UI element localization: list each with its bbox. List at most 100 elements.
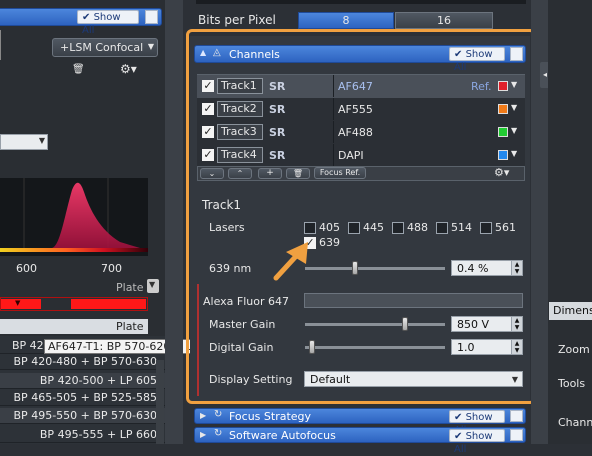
software-autofocus-header[interactable]: ▶ ↻ Software Autofocus ✔ Show All — [194, 427, 526, 455]
laser-checkbox-514[interactable] — [436, 222, 448, 234]
digital-gain-slider-knob[interactable] — [309, 340, 315, 354]
focus-strategy-header[interactable]: ▶ ↻ Focus Strategy ✔ Show All — [194, 408, 526, 436]
master-gain-field[interactable]: 850 V ▲ ▼ — [451, 316, 523, 332]
channels-header[interactable]: ▲ ◬ Channels ✔ Show All — [194, 45, 526, 73]
chevron-down-icon[interactable]: ▼ — [511, 126, 517, 135]
master-gain-slider-track[interactable] — [305, 323, 445, 326]
spectrum-plot — [0, 178, 148, 252]
expand-icon[interactable]: ▶ — [200, 430, 206, 439]
left-dropdown[interactable]: ▼ — [0, 134, 48, 150]
list-item[interactable]: BP 420-480 + BP 570-630 — [0, 354, 165, 370]
track-checkbox[interactable]: ✓ — [202, 103, 214, 115]
autofocus-show-all-button[interactable]: ✔ Show All — [449, 429, 505, 455]
dye-label: AF488 — [338, 126, 373, 139]
arrow-down-icon: ▼ — [15, 299, 21, 307]
list-item[interactable]: BP 495-550 + BP 570-630 — [0, 408, 165, 424]
track-name-field[interactable]: Track3 — [217, 124, 263, 140]
add-track-button[interactable]: + — [258, 168, 282, 179]
left-show-all-button[interactable]: ✔ Show All — [77, 10, 139, 36]
filter-label: BP 495-555 + LP 660 — [39, 428, 157, 441]
master-gain-slider-knob[interactable] — [402, 317, 408, 331]
column-divider — [333, 98, 334, 120]
focus-strategy-title: Focus Strategy — [229, 410, 312, 423]
dye-label: AF647 — [338, 80, 373, 93]
color-swatch[interactable] — [498, 104, 508, 114]
gear-icon[interactable]: ⚙▾ — [120, 62, 137, 76]
digital-gain-slider-track[interactable] — [305, 346, 445, 349]
list-item[interactable]: BP 465-505 + BP 525-585 — [0, 390, 165, 406]
laser-power-slider-track[interactable] — [305, 267, 445, 270]
chevron-down-icon[interactable]: ▼ — [511, 149, 517, 158]
red-filter-segment — [71, 299, 146, 309]
track-checkbox[interactable]: ✓ — [202, 126, 214, 138]
channels-title: Channels — [229, 48, 280, 61]
color-swatch[interactable] — [498, 127, 508, 137]
delete-track-button[interactable]: 🗑 — [286, 168, 310, 179]
color-swatch[interactable] — [498, 150, 508, 160]
move-down-button[interactable]: ⌄ — [200, 168, 224, 179]
sr-label: SR — [269, 103, 286, 116]
display-setting-select[interactable]: Default ▼ — [304, 371, 523, 387]
popout-icon[interactable] — [510, 429, 523, 441]
laser-label-639: 639 — [319, 236, 340, 249]
spinner-icon[interactable]: ▲ ▼ — [511, 340, 522, 354]
track-name: Track4 — [221, 148, 257, 161]
laser-checkbox-561[interactable] — [480, 222, 492, 234]
track-name-field[interactable]: Track4 — [217, 147, 263, 163]
collapse-icon[interactable]: ▲ — [200, 48, 206, 57]
plate-dropdown-button[interactable]: ▼ — [147, 279, 159, 293]
chevron-down-icon[interactable]: ▼ — [511, 80, 517, 89]
laser-checkbox-488[interactable] — [392, 222, 404, 234]
track-checkbox[interactable]: ✓ — [202, 80, 214, 92]
expand-icon[interactable]: ▶ — [200, 411, 206, 420]
tab-tools[interactable]: Tools — [558, 377, 585, 390]
check-icon: ✔ — [454, 49, 463, 60]
track-row[interactable]: ✓ Track3 SR AF488 ▼ — [197, 121, 525, 145]
gear-icon[interactable]: ⚙▾ — [494, 166, 509, 179]
track-row[interactable]: ✓ Track1 SR AF647 Ref. ▼ — [197, 75, 525, 99]
track-name-field[interactable]: Track1 — [217, 78, 263, 94]
tab-dimensions[interactable]: Dimens — [549, 302, 592, 320]
dye-name-field[interactable] — [304, 293, 523, 308]
tab-zoom[interactable]: Zoom — [558, 343, 590, 356]
left-toolbar-border — [0, 30, 1, 60]
track-checkbox[interactable]: ✓ — [202, 149, 214, 161]
display-setting-value: Default — [310, 373, 351, 386]
digital-gain-field[interactable]: 1.0 ▲ ▼ — [451, 339, 523, 355]
list-item[interactable]: BP 420-500 + LP 605 — [0, 373, 165, 389]
trash-icon[interactable]: 🗑 — [72, 64, 85, 75]
color-swatch[interactable] — [498, 81, 508, 91]
popout-icon[interactable] — [510, 47, 523, 61]
laser-checkbox-445[interactable] — [348, 222, 360, 234]
track-name-field[interactable]: Track2 — [217, 101, 263, 117]
dye-label: AF555 — [338, 103, 373, 116]
chevron-down-icon[interactable]: ▼ — [511, 103, 517, 112]
list-item[interactable]: BP 495-555 + LP 660 — [0, 427, 165, 443]
channels-show-all-button[interactable]: ✔ Show All — [449, 47, 505, 73]
track-toolbar: ⌄ ⌃ + 🗑 Focus Ref. ⚙▾ — [197, 166, 525, 181]
bits-8-button[interactable]: 8 — [298, 12, 394, 29]
lsm-confocal-button[interactable]: +LSM Confocal ▼ — [52, 38, 158, 57]
laser-checkbox-405[interactable] — [304, 222, 316, 234]
track-row[interactable]: ✓ Track2 SR AF555 ▼ — [197, 98, 525, 122]
ref-label: Ref. — [471, 80, 492, 93]
spectrum-chart — [0, 178, 148, 256]
red-filter-bar[interactable]: ▼ — [0, 297, 148, 311]
laser-power-field[interactable]: 0.4 % ▲ ▼ — [451, 260, 523, 276]
popout-icon[interactable] — [145, 10, 158, 24]
list-scrollbar[interactable] — [156, 360, 164, 444]
track-row[interactable]: ✓ Track4 SR DAPI ▼ — [197, 144, 525, 168]
laser-power-slider-knob[interactable] — [352, 261, 358, 275]
filter-label: BP 495-550 + BP 570-630 — [13, 409, 157, 422]
bits-16-button[interactable]: 16 — [395, 12, 493, 29]
tab-channels[interactable]: Channe — [558, 416, 592, 429]
move-up-button[interactable]: ⌃ — [228, 168, 252, 179]
settings-divider — [197, 284, 199, 396]
popout-icon[interactable] — [510, 410, 523, 422]
spinner-icon[interactable]: ▲ ▼ — [511, 261, 522, 275]
top-strip — [196, 0, 526, 4]
focus-ref-button[interactable]: Focus Ref. — [314, 167, 366, 179]
spinner-icon[interactable]: ▲ ▼ — [511, 317, 522, 331]
software-autofocus-title: Software Autofocus — [229, 429, 336, 442]
focus-show-all-button[interactable]: ✔ Show All — [449, 410, 505, 436]
